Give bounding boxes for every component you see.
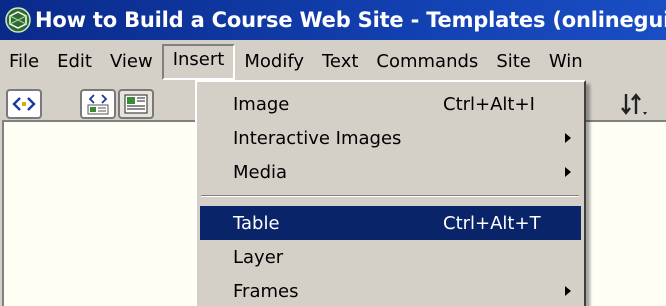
sort-arrows-button[interactable]: [614, 88, 654, 120]
sort-arrows-icon: [621, 93, 647, 115]
menu-modify[interactable]: Modify: [235, 46, 313, 78]
application-window: How to Build a Course Web Site - Templat…: [0, 0, 666, 306]
menu-window[interactable]: Win: [540, 46, 592, 78]
insert-menu-dropdown: Image Ctrl+Alt+I Interactive Images Medi…: [195, 80, 586, 306]
menu-item-label: Media: [233, 161, 288, 183]
menu-text[interactable]: Text: [313, 46, 367, 78]
code-view-button[interactable]: [6, 89, 42, 119]
window-title: How to Build a Course Web Site - Templat…: [35, 8, 666, 32]
code-view-icon: [12, 97, 36, 111]
menu-site[interactable]: Site: [487, 46, 540, 78]
menu-file[interactable]: File: [0, 46, 48, 78]
menu-bar: File Edit View Insert Modify Text Comman…: [0, 40, 666, 84]
menu-commands[interactable]: Commands: [367, 46, 487, 78]
menu-item-interactive-images[interactable]: Interactive Images: [200, 121, 581, 155]
split-view-button[interactable]: [80, 89, 116, 119]
menu-item-shortcut: Ctrl+Alt+I: [443, 93, 535, 115]
menu-item-frames[interactable]: Frames: [200, 274, 581, 306]
menu-item-shortcut: Ctrl+Alt+T: [443, 212, 541, 234]
split-view-icon: [87, 94, 109, 115]
menu-item-media[interactable]: Media: [200, 155, 581, 189]
menu-edit[interactable]: Edit: [48, 46, 101, 78]
submenu-arrow-icon: [565, 167, 571, 177]
menu-item-image[interactable]: Image Ctrl+Alt+I: [200, 87, 581, 121]
menu-item-layer[interactable]: Layer: [200, 240, 581, 274]
dreamweaver-app-icon[interactable]: [5, 5, 31, 35]
menu-item-label: Image: [233, 93, 290, 115]
menu-item-label: Frames: [233, 280, 299, 302]
menu-item-label: Layer: [233, 246, 284, 268]
submenu-arrow-icon: [565, 133, 571, 143]
menu-separator: [201, 195, 579, 197]
title-bar[interactable]: How to Build a Course Web Site - Templat…: [0, 0, 666, 40]
menu-item-label: Table: [233, 212, 280, 234]
menu-item-table[interactable]: Table Ctrl+Alt+T: [200, 206, 581, 240]
menu-insert[interactable]: Insert: [161, 44, 236, 80]
design-view-icon: [124, 94, 148, 114]
submenu-arrow-icon: [565, 286, 571, 296]
design-view-button[interactable]: [118, 89, 154, 119]
menu-view[interactable]: View: [101, 46, 162, 78]
menu-item-label: Interactive Images: [233, 127, 402, 149]
